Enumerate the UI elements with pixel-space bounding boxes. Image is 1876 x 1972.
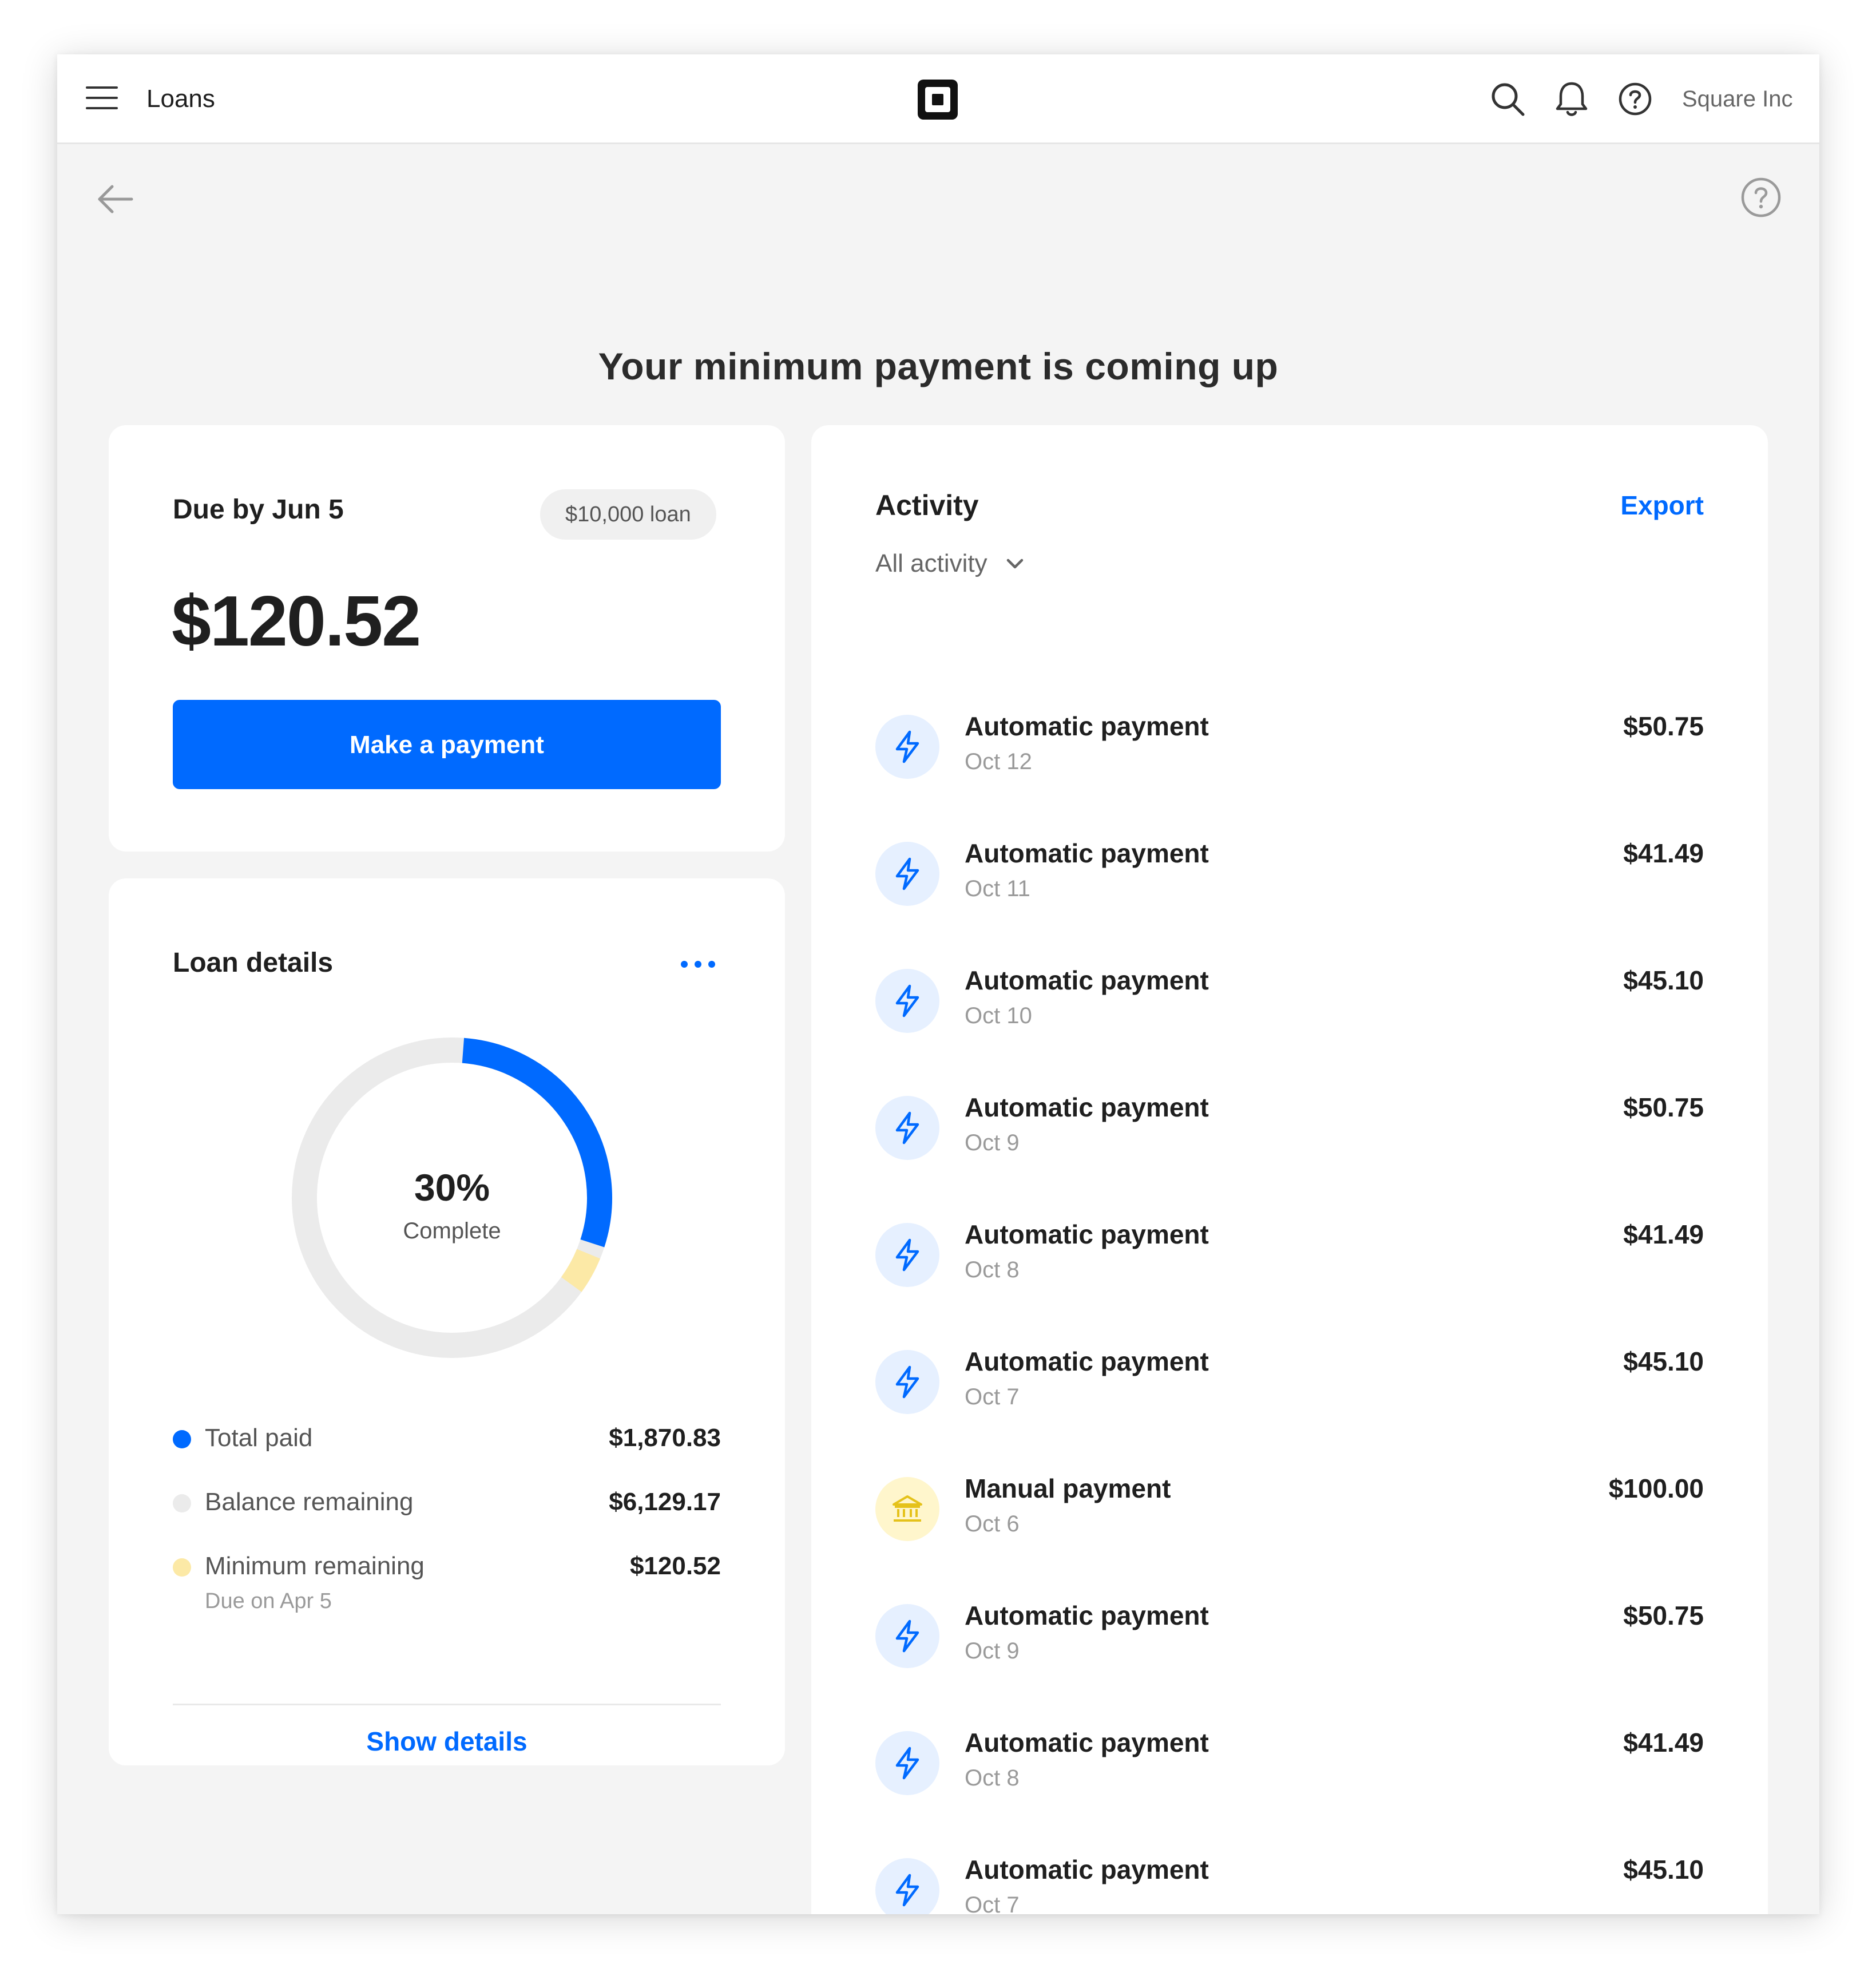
bank-icon bbox=[875, 1477, 939, 1541]
app-window: Loans Square Inc Your minimum payment is bbox=[57, 54, 1819, 1914]
activity-row[interactable]: Automatic payment Oct 9 $50.75 bbox=[875, 1092, 1704, 1223]
activity-row-date: Oct 8 bbox=[965, 1765, 1020, 1791]
activity-row-title: Automatic payment bbox=[965, 1219, 1209, 1249]
activity-row-amount: $45.10 bbox=[1623, 1855, 1704, 1884]
activity-row[interactable]: Manual payment Oct 6 $100.00 bbox=[875, 1474, 1704, 1604]
lightning-icon bbox=[875, 1604, 939, 1668]
activity-row-amount: $100.00 bbox=[1608, 1474, 1704, 1503]
activity-row-amount: $50.75 bbox=[1623, 1601, 1704, 1630]
back-arrow-icon[interactable] bbox=[92, 179, 137, 219]
activity-row-amount: $50.75 bbox=[1623, 1092, 1704, 1122]
loan-details-card: Loan details 30% Complete Total paid $1,… bbox=[109, 878, 785, 1765]
balance-remaining-dot bbox=[173, 1494, 191, 1512]
activity-row-title: Automatic payment bbox=[965, 1601, 1209, 1630]
activity-row-title: Automatic payment bbox=[965, 1855, 1209, 1884]
activity-row[interactable]: Automatic payment Oct 7 $45.10 bbox=[875, 1347, 1704, 1477]
lightning-icon bbox=[875, 842, 939, 906]
divider bbox=[173, 1704, 721, 1705]
legend-value: $6,129.17 bbox=[609, 1488, 721, 1516]
legend-minimum-remaining: Minimum remaining $120.52 Due on Apr 5 bbox=[173, 1549, 721, 1613]
lightning-icon bbox=[875, 969, 939, 1033]
activity-filter-dropdown[interactable]: All activity bbox=[875, 547, 1026, 581]
show-details-link[interactable]: Show details bbox=[173, 1724, 721, 1759]
activity-row[interactable]: Automatic payment Oct 8 $41.49 bbox=[875, 1728, 1704, 1858]
percent-complete-label: Complete bbox=[403, 1218, 501, 1244]
minimum-remaining-dot bbox=[173, 1558, 191, 1577]
donut-paid-arc bbox=[462, 1038, 612, 1248]
activity-row-amount: $45.10 bbox=[1623, 965, 1704, 995]
lightning-icon bbox=[875, 1731, 939, 1795]
activity-row-amount: $41.49 bbox=[1623, 1219, 1704, 1249]
due-amount: $120.52 bbox=[172, 582, 421, 661]
page-help-icon[interactable] bbox=[1738, 175, 1784, 220]
export-link[interactable]: Export bbox=[1620, 488, 1704, 522]
account-name[interactable]: Square Inc bbox=[1682, 84, 1792, 114]
activity-row-date: Oct 6 bbox=[965, 1511, 1020, 1537]
legend-label: Total paid bbox=[205, 1424, 313, 1452]
legend-value: $1,870.83 bbox=[609, 1424, 721, 1452]
activity-row[interactable]: Automatic payment Oct 7 $45.10 bbox=[875, 1855, 1704, 1914]
help-icon[interactable] bbox=[1615, 79, 1655, 119]
activity-row-amount: $45.10 bbox=[1623, 1347, 1704, 1376]
activity-row-title: Automatic payment bbox=[965, 1728, 1209, 1757]
legend-label: Balance remaining bbox=[205, 1488, 414, 1516]
legend-sub-label: Due on Apr 5 bbox=[205, 1589, 332, 1613]
legend-value: $120.52 bbox=[629, 1552, 721, 1580]
activity-row-title: Automatic payment bbox=[965, 838, 1209, 868]
activity-filter-label: All activity bbox=[875, 549, 987, 577]
activity-row-title: Automatic payment bbox=[965, 711, 1209, 741]
activity-row-title: Automatic payment bbox=[965, 1347, 1209, 1376]
legend-label: Minimum remaining bbox=[205, 1552, 425, 1580]
activity-list: Automatic payment Oct 12 $50.75 Automatic p… bbox=[875, 711, 1704, 1914]
square-logo-icon[interactable] bbox=[918, 80, 958, 120]
due-card: Due by Jun 5 $10,000 loan $120.52 Make a… bbox=[109, 425, 785, 852]
hamburger-menu-icon[interactable] bbox=[85, 84, 119, 112]
activity-row-amount: $50.75 bbox=[1623, 711, 1704, 741]
percent-complete: 30% bbox=[414, 1166, 490, 1209]
activity-row-date: Oct 10 bbox=[965, 1003, 1032, 1028]
more-options-icon[interactable] bbox=[675, 947, 721, 981]
activity-row[interactable]: Automatic payment Oct 12 $50.75 bbox=[875, 711, 1704, 842]
app-title: Loans bbox=[146, 85, 215, 113]
activity-row-amount: $41.49 bbox=[1623, 838, 1704, 868]
activity-row-title: Automatic payment bbox=[965, 965, 1209, 995]
total-paid-dot bbox=[173, 1430, 191, 1448]
activity-row-date: Oct 9 bbox=[965, 1130, 1020, 1155]
lightning-icon bbox=[875, 1096, 939, 1160]
top-bar: Loans Square Inc bbox=[57, 54, 1819, 144]
lightning-icon bbox=[875, 1350, 939, 1414]
chevron-down-icon bbox=[1006, 559, 1024, 569]
make-payment-button[interactable]: Make a payment bbox=[173, 700, 721, 789]
activity-row[interactable]: Automatic payment Oct 8 $41.49 bbox=[875, 1219, 1704, 1350]
activity-row-date: Oct 7 bbox=[965, 1892, 1020, 1914]
legend-balance-remaining: Balance remaining $6,129.17 bbox=[173, 1485, 721, 1519]
activity-row-date: Oct 11 bbox=[965, 876, 1030, 901]
search-icon[interactable] bbox=[1488, 79, 1528, 119]
activity-row-title: Manual payment bbox=[965, 1474, 1171, 1503]
page-title: Your minimum payment is coming up bbox=[598, 345, 1279, 387]
activity-row-date: Oct 12 bbox=[965, 749, 1032, 774]
donut-minimum-arc bbox=[561, 1249, 601, 1292]
activity-card: Activity Export All activity Automatic p… bbox=[811, 425, 1768, 1914]
activity-row-amount: $41.49 bbox=[1623, 1728, 1704, 1757]
activity-row[interactable]: Automatic payment Oct 11 $41.49 bbox=[875, 838, 1704, 969]
loan-amount-chip: $10,000 loan bbox=[540, 489, 716, 540]
activity-row-title: Automatic payment bbox=[965, 1092, 1209, 1122]
lightning-icon bbox=[875, 1858, 939, 1914]
activity-row-date: Oct 8 bbox=[965, 1257, 1020, 1282]
lightning-icon bbox=[875, 715, 939, 779]
activity-row[interactable]: Automatic payment Oct 9 $50.75 bbox=[875, 1601, 1704, 1731]
activity-row-date: Oct 7 bbox=[965, 1384, 1020, 1409]
loan-details-title: Loan details bbox=[173, 948, 334, 978]
activity-row[interactable]: Automatic payment Oct 10 $45.10 bbox=[875, 965, 1704, 1096]
activity-row-date: Oct 9 bbox=[965, 1638, 1020, 1664]
lightning-icon bbox=[875, 1223, 939, 1287]
due-date-label: Due by Jun 5 bbox=[173, 494, 344, 525]
bell-icon[interactable] bbox=[1552, 79, 1592, 119]
legend-total-paid: Total paid $1,870.83 bbox=[173, 1421, 721, 1455]
activity-title: Activity bbox=[875, 489, 979, 521]
